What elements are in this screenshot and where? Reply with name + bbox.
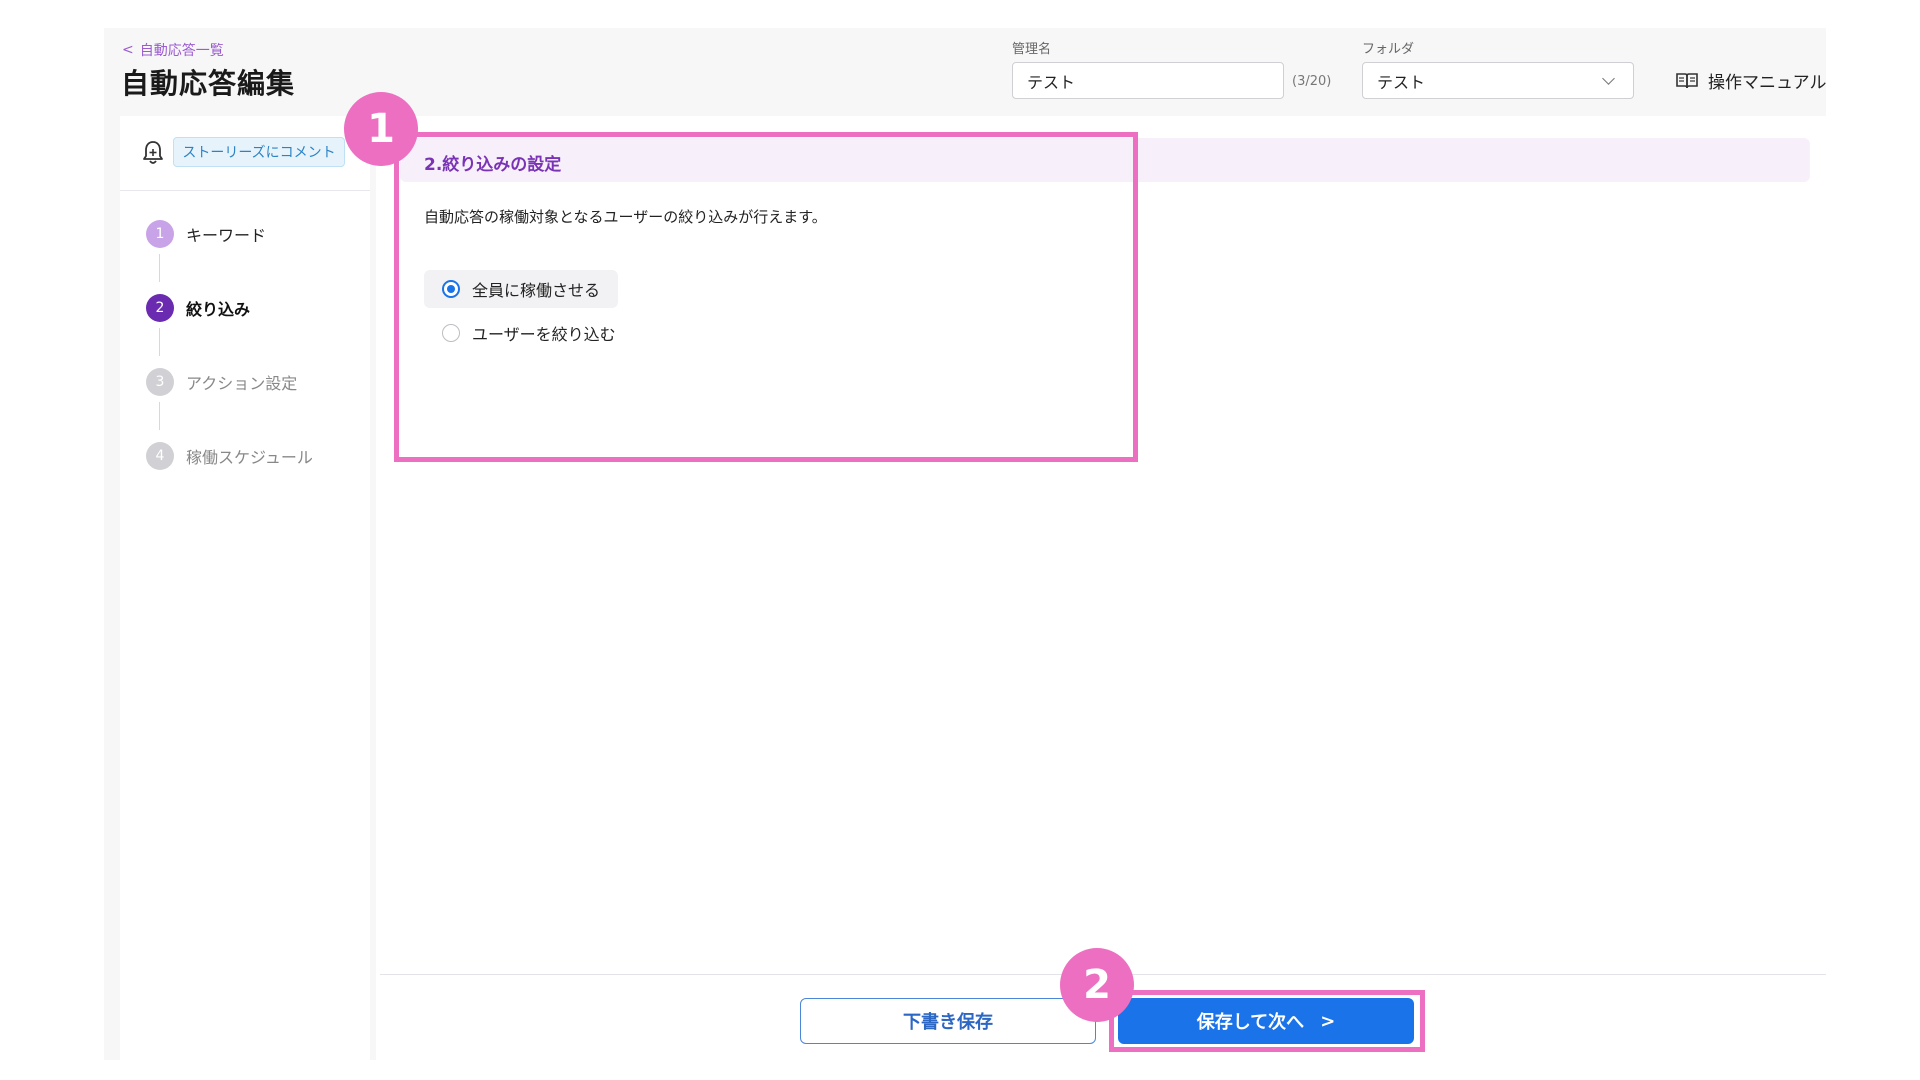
sidebar-step-filter[interactable]: 2 絞り込み (146, 294, 250, 322)
folder-select-value: テスト (1377, 72, 1426, 92)
sidebar-step-keyword[interactable]: 1 キーワード (146, 220, 266, 248)
sidebar-step-action[interactable]: 3 アクション設定 (146, 368, 297, 396)
chevron-down-icon (1602, 71, 1615, 85)
back-link-label: 自動応答一覧 (139, 43, 224, 59)
manual-button-label: 操作マニュアル (1708, 73, 1827, 93)
step-label: 絞り込み (186, 300, 251, 319)
save-draft-button[interactable]: 下書き保存 (800, 998, 1096, 1044)
step-connector (159, 328, 160, 356)
folder-field-label: フォルダ (1362, 42, 1415, 57)
annotation-badge-1: 1 (344, 92, 418, 166)
step-number: 2 (146, 294, 174, 322)
step-number: 4 (146, 442, 174, 470)
name-input-value: テスト (1027, 72, 1076, 92)
annotation-highlight-2 (1109, 990, 1425, 1052)
trigger-type-chip: ストーリーズにコメント (173, 137, 345, 167)
bell-icon (143, 141, 163, 164)
step-number: 1 (146, 220, 174, 248)
step-connector (159, 402, 160, 430)
annotation-badge-2: 2 (1060, 948, 1134, 1022)
book-icon (1676, 72, 1698, 88)
sidebar (120, 116, 370, 1060)
sidebar-step-schedule[interactable]: 4 稼働スケジュール (146, 442, 313, 470)
step-label: 稼働スケジュール (186, 448, 313, 467)
step-number: 3 (146, 368, 174, 396)
name-field-label: 管理名 (1012, 42, 1052, 57)
folder-select[interactable]: テスト (1362, 62, 1634, 99)
name-input[interactable]: テスト (1012, 62, 1284, 99)
sidebar-divider (120, 190, 370, 191)
page-title: 自動応答編集 (121, 67, 296, 100)
chevron-left-icon: < (122, 42, 134, 58)
annotation-highlight-1 (394, 132, 1138, 462)
manual-button[interactable]: 操作マニュアル (1676, 68, 1827, 93)
back-link[interactable]: < 自動応答一覧 (122, 40, 224, 60)
step-connector (159, 254, 160, 282)
step-label: アクション設定 (186, 374, 298, 393)
name-char-counter: (3/20) (1292, 74, 1332, 89)
step-label: キーワード (186, 226, 267, 245)
